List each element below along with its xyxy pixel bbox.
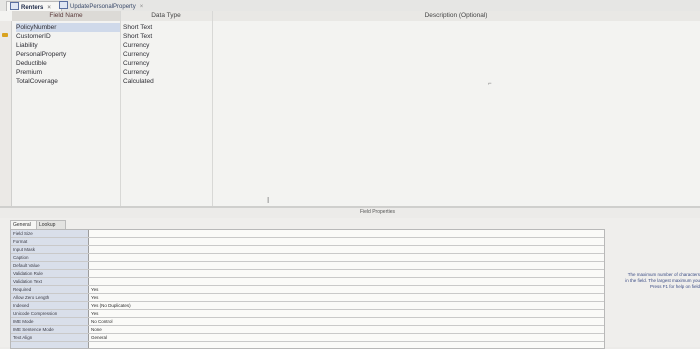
- pane-splitter[interactable]: [0, 206, 700, 208]
- property-name: Format: [13, 239, 28, 244]
- data-type-cell[interactable]: Currency: [123, 68, 213, 77]
- property-row[interactable]: Indexed Yes (No Duplicates): [11, 302, 604, 310]
- tab-update-label: UpdatePersonalProperty: [70, 4, 136, 10]
- field-name-cell[interactable]: TotalCoverage: [16, 77, 120, 86]
- data-type-cell[interactable]: Currency: [123, 50, 213, 59]
- field-row[interactable]: Deductible Currency: [12, 59, 700, 68]
- property-value[interactable]: No Control: [91, 318, 221, 325]
- property-name: IME Mode: [13, 319, 34, 324]
- row-selector-column[interactable]: [0, 21, 12, 206]
- tab-update-personal-property[interactable]: UpdatePersonalProperty ×: [56, 1, 166, 10]
- property-name: Default Value: [13, 263, 40, 268]
- field-name-cell[interactable]: Premium: [16, 68, 120, 77]
- close-icon[interactable]: ×: [140, 4, 144, 10]
- property-row[interactable]: Allow Zero Length Yes: [11, 294, 604, 302]
- property-row[interactable]: Required Yes: [11, 286, 604, 294]
- property-value[interactable]: Yes: [91, 294, 221, 301]
- data-type-cell[interactable]: Short Text: [123, 32, 213, 41]
- property-row[interactable]: Format: [11, 238, 604, 246]
- table-design-grid: Field Name Data Type Description (Option…: [0, 11, 700, 206]
- field-row[interactable]: Premium Currency: [12, 68, 700, 77]
- property-name: Validation Rule: [13, 271, 43, 276]
- property-value[interactable]: Yes: [91, 286, 221, 293]
- property-name: Caption: [13, 255, 29, 260]
- field-name-cell[interactable]: Deductible: [16, 59, 120, 68]
- property-name: Allow Zero Length: [13, 295, 50, 300]
- field-name-cell[interactable]: PolicyNumber: [16, 23, 120, 32]
- data-type-cell[interactable]: Currency: [123, 41, 213, 50]
- help-line: Press F1 for help on field: [649, 284, 700, 289]
- field-properties-title: Field Properties: [360, 209, 396, 215]
- property-name: IME Sentence Mode: [13, 327, 54, 332]
- field-name-cell[interactable]: Liability: [16, 41, 120, 50]
- property-row[interactable]: Field Size: [11, 230, 604, 238]
- field-row[interactable]: PolicyNumber Short Text: [12, 23, 700, 32]
- primary-key-icon: [2, 33, 8, 37]
- pointer-mark: ⌐: [488, 81, 492, 87]
- property-name: Validation Text: [13, 279, 42, 284]
- field-properties-pane: General Lookup Field Size Format Input M…: [0, 218, 700, 349]
- property-value[interactable]: Yes (No Duplicates): [91, 302, 221, 309]
- table-icon: [10, 2, 19, 10]
- property-row[interactable]: Validation Text: [11, 278, 604, 286]
- field-row[interactable]: PersonalProperty Currency: [12, 50, 700, 59]
- property-value[interactable]: Yes: [91, 310, 221, 317]
- data-type-cell[interactable]: Currency: [123, 59, 213, 68]
- field-name-header: Field Name: [12, 11, 120, 21]
- property-list: Field Size Format Input Mask Caption Def…: [10, 229, 605, 349]
- property-value[interactable]: General: [91, 334, 221, 341]
- property-row[interactable]: Caption: [11, 254, 604, 262]
- property-value[interactable]: None: [91, 326, 221, 333]
- data-type-cell[interactable]: Calculated: [123, 77, 213, 86]
- field-row[interactable]: CustomerID Short Text: [12, 32, 700, 41]
- property-row[interactable]: Unicode Compression Yes: [11, 310, 604, 318]
- property-row[interactable]: Validation Rule: [11, 270, 604, 278]
- property-name: Required: [13, 287, 32, 292]
- property-name: Field Size: [13, 231, 33, 236]
- property-row[interactable]: Text Align General: [11, 334, 604, 342]
- text-cursor-icon: I: [267, 196, 270, 205]
- property-name: Text Align: [13, 335, 33, 340]
- field-row[interactable]: Liability Currency: [12, 41, 700, 50]
- help-text: The maximum number of characters in the …: [606, 272, 700, 290]
- tab-renters[interactable]: Renters ×: [6, 1, 62, 11]
- tab-lookup[interactable]: Lookup: [36, 220, 66, 229]
- data-type-cell[interactable]: Short Text: [123, 23, 213, 32]
- property-row[interactable]: Default Value: [11, 262, 604, 270]
- property-name: Input Mask: [13, 247, 36, 252]
- description-header: Description (Optional): [212, 11, 700, 21]
- data-type-header: Data Type: [120, 11, 212, 21]
- field-name-cell[interactable]: PersonalProperty: [16, 50, 120, 59]
- property-name: Indexed: [13, 303, 30, 308]
- property-row[interactable]: IME Sentence Mode None: [11, 326, 604, 334]
- field-row[interactable]: TotalCoverage Calculated: [12, 77, 700, 86]
- property-name: Unicode Compression: [13, 311, 58, 316]
- property-row[interactable]: IME Mode No Control: [11, 318, 604, 326]
- property-row[interactable]: Input Mask: [11, 246, 604, 254]
- field-name-cell[interactable]: CustomerID: [16, 32, 120, 41]
- query-icon: [59, 1, 68, 9]
